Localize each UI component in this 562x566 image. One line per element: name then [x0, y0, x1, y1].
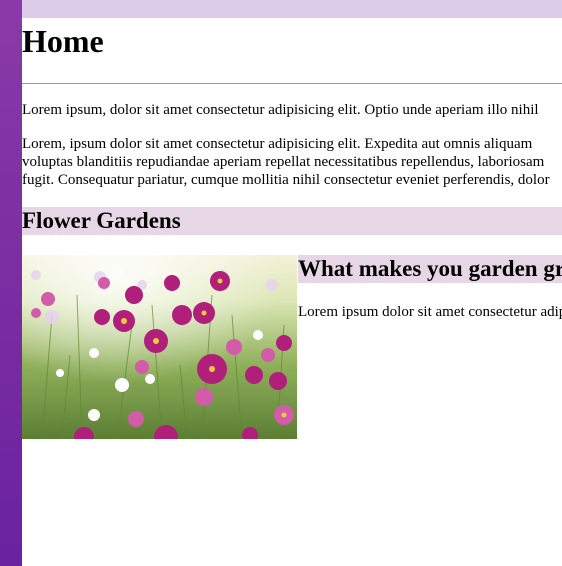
sub-heading: What makes you garden grow [298, 255, 562, 284]
garden-section: What makes you garden grow Lorem ipsum d… [22, 255, 562, 440]
sidebar [0, 0, 22, 566]
garden-paragraph: Lorem ipsum dolor sit amet consectetur a… [298, 304, 562, 321]
body-line: voluptas blanditiis repudiandae aperiam … [22, 154, 545, 171]
section-heading: Flower Gardens [22, 207, 562, 236]
garden-sidebar: What makes you garden grow Lorem ipsum d… [298, 255, 562, 321]
body-line: fugit. Consequatur pariatur, cumque moll… [22, 172, 550, 189]
flower-field-picture [22, 255, 297, 440]
divider [22, 83, 562, 85]
body-paragraph: Lorem, ipsum dolor sit amet consectetur … [22, 135, 562, 189]
main-content: Home Lorem ipsum, dolor sit amet consect… [22, 18, 562, 566]
top-banner [22, 0, 562, 18]
page-title: Home [22, 23, 104, 59]
flower-field-image [22, 255, 297, 440]
intro-paragraph: Lorem ipsum, dolor sit amet consectetur … [22, 102, 539, 119]
body-line: Lorem, ipsum dolor sit amet consectetur … [22, 136, 533, 153]
